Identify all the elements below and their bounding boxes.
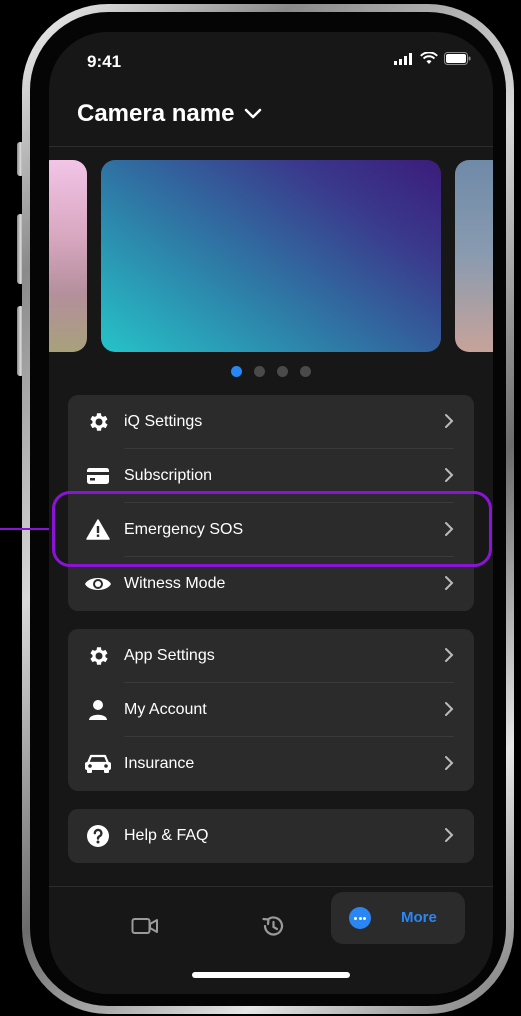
annotation-highlight-emergency-sos bbox=[52, 491, 492, 567]
chevron-right-icon bbox=[445, 414, 454, 428]
video-camera-icon bbox=[131, 918, 158, 934]
page-dot-3[interactable] bbox=[277, 366, 288, 377]
credit-card-icon bbox=[87, 468, 109, 484]
menu-item-help-faq[interactable]: Help & FAQ bbox=[68, 809, 474, 863]
carousel-page-indicator[interactable] bbox=[49, 366, 493, 377]
chevron-right-icon bbox=[445, 576, 454, 590]
chevron-right-icon bbox=[445, 756, 454, 770]
tab-video[interactable] bbox=[127, 904, 163, 948]
annotation-pointer-line bbox=[0, 528, 54, 530]
carousel-card-current[interactable] bbox=[101, 160, 441, 352]
menu-item-label: Insurance bbox=[124, 755, 195, 772]
home-indicator bbox=[192, 972, 350, 978]
page-dot-2[interactable] bbox=[254, 366, 265, 377]
tab-history[interactable] bbox=[255, 904, 291, 948]
camera-selector[interactable]: Camera name bbox=[77, 100, 262, 128]
battery-icon bbox=[444, 52, 471, 65]
chevron-right-icon bbox=[445, 648, 454, 662]
person-icon bbox=[89, 700, 107, 720]
carousel-card-previous[interactable] bbox=[49, 160, 87, 352]
menu-item-insurance[interactable]: Insurance bbox=[68, 737, 474, 791]
header-divider bbox=[49, 146, 493, 147]
page-dot-4[interactable] bbox=[300, 366, 311, 377]
support-group: Help & FAQ bbox=[68, 809, 474, 863]
car-icon bbox=[85, 754, 111, 773]
eye-icon bbox=[85, 578, 111, 590]
menu-item-label: iQ Settings bbox=[124, 413, 203, 430]
signal-icon bbox=[394, 52, 412, 65]
help-circle-icon bbox=[87, 825, 109, 847]
menu-item-my-account[interactable]: My Account bbox=[68, 683, 474, 737]
page-dot-1[interactable] bbox=[231, 366, 242, 377]
chevron-right-icon bbox=[445, 828, 454, 842]
menu-item-app-settings[interactable]: App Settings bbox=[68, 629, 474, 683]
menu-item-label: Help & FAQ bbox=[124, 827, 209, 844]
chevron-down-icon bbox=[245, 108, 262, 119]
history-icon bbox=[262, 916, 284, 936]
status-time: 9:41 bbox=[87, 52, 122, 71]
page-title: Camera name bbox=[77, 100, 235, 127]
tab-more[interactable]: More bbox=[331, 892, 465, 944]
tabbar-divider bbox=[49, 886, 493, 887]
gear-icon bbox=[90, 647, 108, 665]
tab-more-label: More bbox=[401, 909, 437, 926]
menu-item-label: My Account bbox=[124, 701, 207, 718]
menu-item-label: Witness Mode bbox=[124, 575, 226, 592]
menu-item-iq-settings[interactable]: iQ Settings bbox=[68, 395, 474, 449]
more-icon bbox=[349, 907, 371, 929]
chevron-right-icon bbox=[445, 468, 454, 482]
app-settings-group: App Settings My Account Insurance bbox=[68, 629, 474, 791]
status-icons bbox=[394, 52, 471, 65]
gear-icon bbox=[90, 413, 108, 431]
menu-item-label: Subscription bbox=[124, 467, 213, 484]
wifi-icon bbox=[420, 52, 438, 64]
chevron-right-icon bbox=[445, 702, 454, 716]
carousel-card-next[interactable] bbox=[455, 160, 493, 352]
menu-item-label: App Settings bbox=[124, 647, 215, 664]
